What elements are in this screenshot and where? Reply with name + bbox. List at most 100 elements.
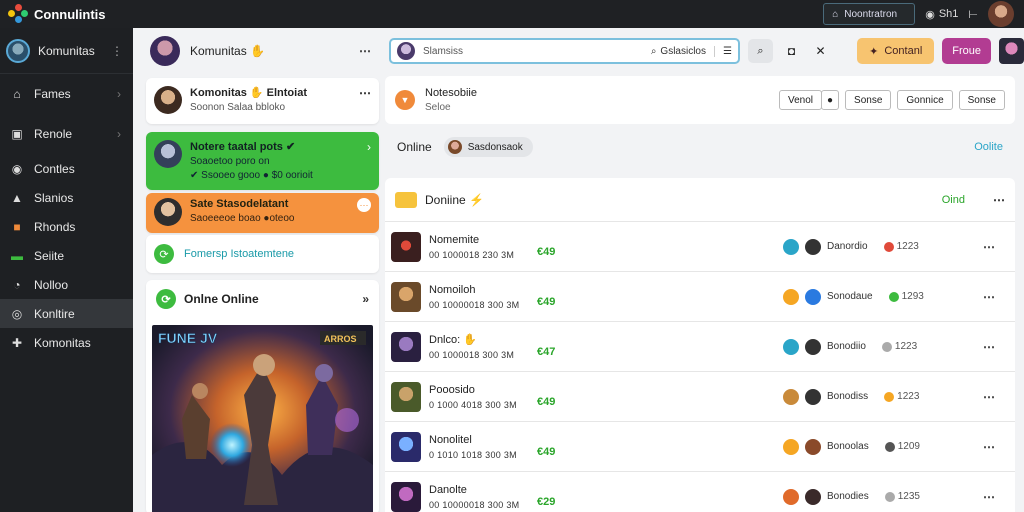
game-name: Nomoiloh — [429, 283, 476, 296]
list-item[interactable]: Danolte 00 10000018 300 3M €29 Bonodies 1235… — [385, 472, 1015, 512]
folder-icon: ■ — [13, 219, 21, 234]
community-avatar[interactable] — [150, 36, 180, 66]
app-logo[interactable]: Connulintis — [0, 4, 134, 24]
more-icon[interactable]: ⋮ — [111, 44, 123, 58]
group-name[interactable]: Danordio — [827, 241, 868, 252]
more-options-icon[interactable]: ⋯ — [969, 390, 1009, 404]
notice-action-button[interactable]: Sonse — [845, 90, 892, 110]
list-item[interactable]: Nonolitel 0 1010 1018 300 3M €49 Bonoolas 12… — [385, 422, 1015, 472]
card-subtitle: Saoeeeoe boao ●oteoo — [190, 213, 295, 224]
highlight-card-orange[interactable]: Sate Stasodelatant Saoeeeoe boao ●oteoo … — [146, 193, 379, 233]
contact-button[interactable]: ✦ Contanl — [857, 38, 935, 64]
group-name[interactable]: Bonoolas — [827, 441, 869, 452]
group-name[interactable]: Bonodiio — [827, 341, 866, 352]
game-thumbnail — [391, 431, 421, 462]
search-button[interactable]: ⌕ — [747, 39, 773, 63]
refresh-icon: ⟳ — [156, 289, 176, 309]
group-name[interactable]: Bonodies — [827, 491, 869, 502]
highlight-card-green[interactable]: Notere taatal pots ✔ Soaoetoo poro on ✔ … — [146, 132, 379, 190]
list-item[interactable]: Nomoiloh 00 10000018 300 3M €49 Sonodaue 129… — [385, 272, 1015, 322]
notice-action-button[interactable]: Venol — [778, 90, 822, 110]
online-card: ⟳ Onlne Online » FUNE JV ARROS — [146, 280, 379, 512]
avatar — [397, 42, 415, 60]
notice-banner: ▼ Notesobiie Seloe Venol ● Sonse Gonnice Son… — [385, 76, 1015, 124]
close-button[interactable]: ✕ — [810, 39, 831, 63]
avatar — [154, 86, 182, 114]
sidebar-item-label: Renole — [34, 127, 73, 141]
online-status[interactable]: Oind — [942, 194, 965, 206]
logo-icon — [8, 4, 28, 24]
sidebar-item-6[interactable]: ◔ Nolloo — [0, 270, 133, 299]
badge-icon[interactable]: ⋯ — [357, 198, 371, 212]
more-options-icon[interactable]: ⋯ — [969, 490, 1009, 504]
community-link-card[interactable]: ⟳ Fomersp Istoatemtene — [146, 235, 379, 273]
more-options-icon[interactable]: ⋯ — [969, 240, 1009, 254]
primary-button[interactable]: Froue — [942, 38, 992, 64]
user-chip[interactable]: Sasdonsaok — [443, 137, 533, 157]
sidebar-item-1[interactable]: ▣ Renole › — [0, 114, 133, 154]
sidebar-item-0[interactable]: ⌂ Fames › — [0, 74, 133, 114]
more-options-icon[interactable]: ⋯ — [969, 440, 1009, 454]
double-chevron-right-icon[interactable]: » — [362, 292, 369, 306]
sidebar-item-7[interactable]: ◎ Konltire — [0, 299, 133, 328]
notice-action-button[interactable]: Sonse — [958, 90, 1005, 110]
online-link[interactable]: Oolite — [974, 141, 1003, 153]
circle-icon: ◉ — [11, 161, 23, 176]
card-title: Sate Stasodelatant — [190, 198, 289, 210]
community-card[interactable]: Komonitas ✋ Elntoiat Soonon Salaa bbloko… — [146, 78, 379, 124]
more-options-icon[interactable]: ⋯ — [993, 193, 1005, 207]
game-thumbnail — [391, 481, 421, 512]
more-options-icon[interactable]: ⋯ — [359, 44, 371, 58]
notice-title: Notesobiie — [425, 87, 477, 99]
sidebar-item-label: Rhonds — [34, 219, 76, 234]
game-artwork[interactable]: FUNE JV ARROS — [152, 325, 373, 512]
game-thumbnail — [391, 381, 421, 412]
game-meta: 00 1000018 300 3M — [429, 350, 515, 360]
mail-button[interactable]: ◉ Sh1 — [925, 8, 958, 21]
user-chip-label: Sasdonsaok — [467, 141, 523, 153]
layout-button[interactable]: ⊢ — [968, 8, 978, 21]
sidebar-item-8[interactable]: ✚ Komonitas — [0, 328, 133, 357]
game-thumbnail — [391, 281, 421, 312]
search-input[interactable]: Slamsiss ⌕ Gslasiclos ☰ — [389, 38, 740, 64]
stat-value: 1223 — [896, 241, 919, 252]
card-title: Notere taatal pots ✔ — [190, 141, 296, 153]
more-options-icon[interactable]: ⋯ — [969, 290, 1009, 304]
grid-icon: ✚ — [11, 335, 23, 350]
sidebar-item-2[interactable]: ◉ Contles — [0, 154, 133, 183]
list-item[interactable]: Nomemite 00 1000018 230 3M €49 Danordio 1223… — [385, 222, 1015, 272]
community-link[interactable]: Fomersp Istoatemtene — [184, 248, 294, 260]
notice-action-button[interactable]: Gonnice — [897, 90, 953, 110]
profile-avatar[interactable] — [988, 1, 1014, 27]
group-icon — [783, 388, 799, 405]
stat: 1223 — [881, 341, 917, 352]
chevron-right-icon: › — [117, 87, 121, 101]
chevron-right-icon[interactable]: › — [367, 140, 371, 154]
search-scope[interactable]: ⌕ Gslasiclos — [651, 46, 706, 57]
more-options-icon[interactable]: ⋯ — [969, 340, 1009, 354]
notification-icon: ▼ — [395, 90, 415, 110]
status-dot-icon — [884, 441, 895, 452]
sidebar-item-5[interactable]: ▬ Seiite — [0, 241, 133, 270]
sidebar-item-3[interactable]: ▲ Slanios — [0, 183, 133, 212]
notice-subtitle: Seloe — [425, 102, 451, 113]
sidebar-user[interactable]: Komunitas ⋮ — [0, 28, 133, 74]
folder-icon — [395, 191, 417, 208]
more-options-icon[interactable]: ⋯ — [359, 86, 371, 100]
group-name[interactable]: Bonodiss — [827, 391, 868, 402]
share-button[interactable]: ◘ — [781, 39, 802, 63]
avatar[interactable] — [999, 38, 1024, 64]
list-item[interactable]: Pooosido 0 1000 4018 300 3M €49 Bonodiss 122… — [385, 372, 1015, 422]
game-name: Danolte — [429, 483, 467, 496]
group-name[interactable]: Sonodaue — [827, 291, 873, 302]
list-item[interactable]: Dnlco: ✋ 00 1000018 300 3M €47 Bonodiio 1223… — [385, 322, 1015, 372]
share-icon: ◘ — [787, 44, 796, 58]
filter-icon[interactable]: ☰ — [714, 45, 732, 57]
sidebar-item-4[interactable]: ■ Rhonds — [0, 212, 133, 241]
sidebar-item-label: Komonitas — [34, 335, 91, 350]
group-icon — [783, 288, 799, 305]
list-title: Doniine ⚡ — [425, 192, 484, 207]
primary-button-label: Froue — [952, 45, 982, 57]
top-search-button[interactable]: ⌂ Noontratron — [823, 3, 916, 25]
notice-action-button[interactable]: ● — [820, 90, 840, 110]
